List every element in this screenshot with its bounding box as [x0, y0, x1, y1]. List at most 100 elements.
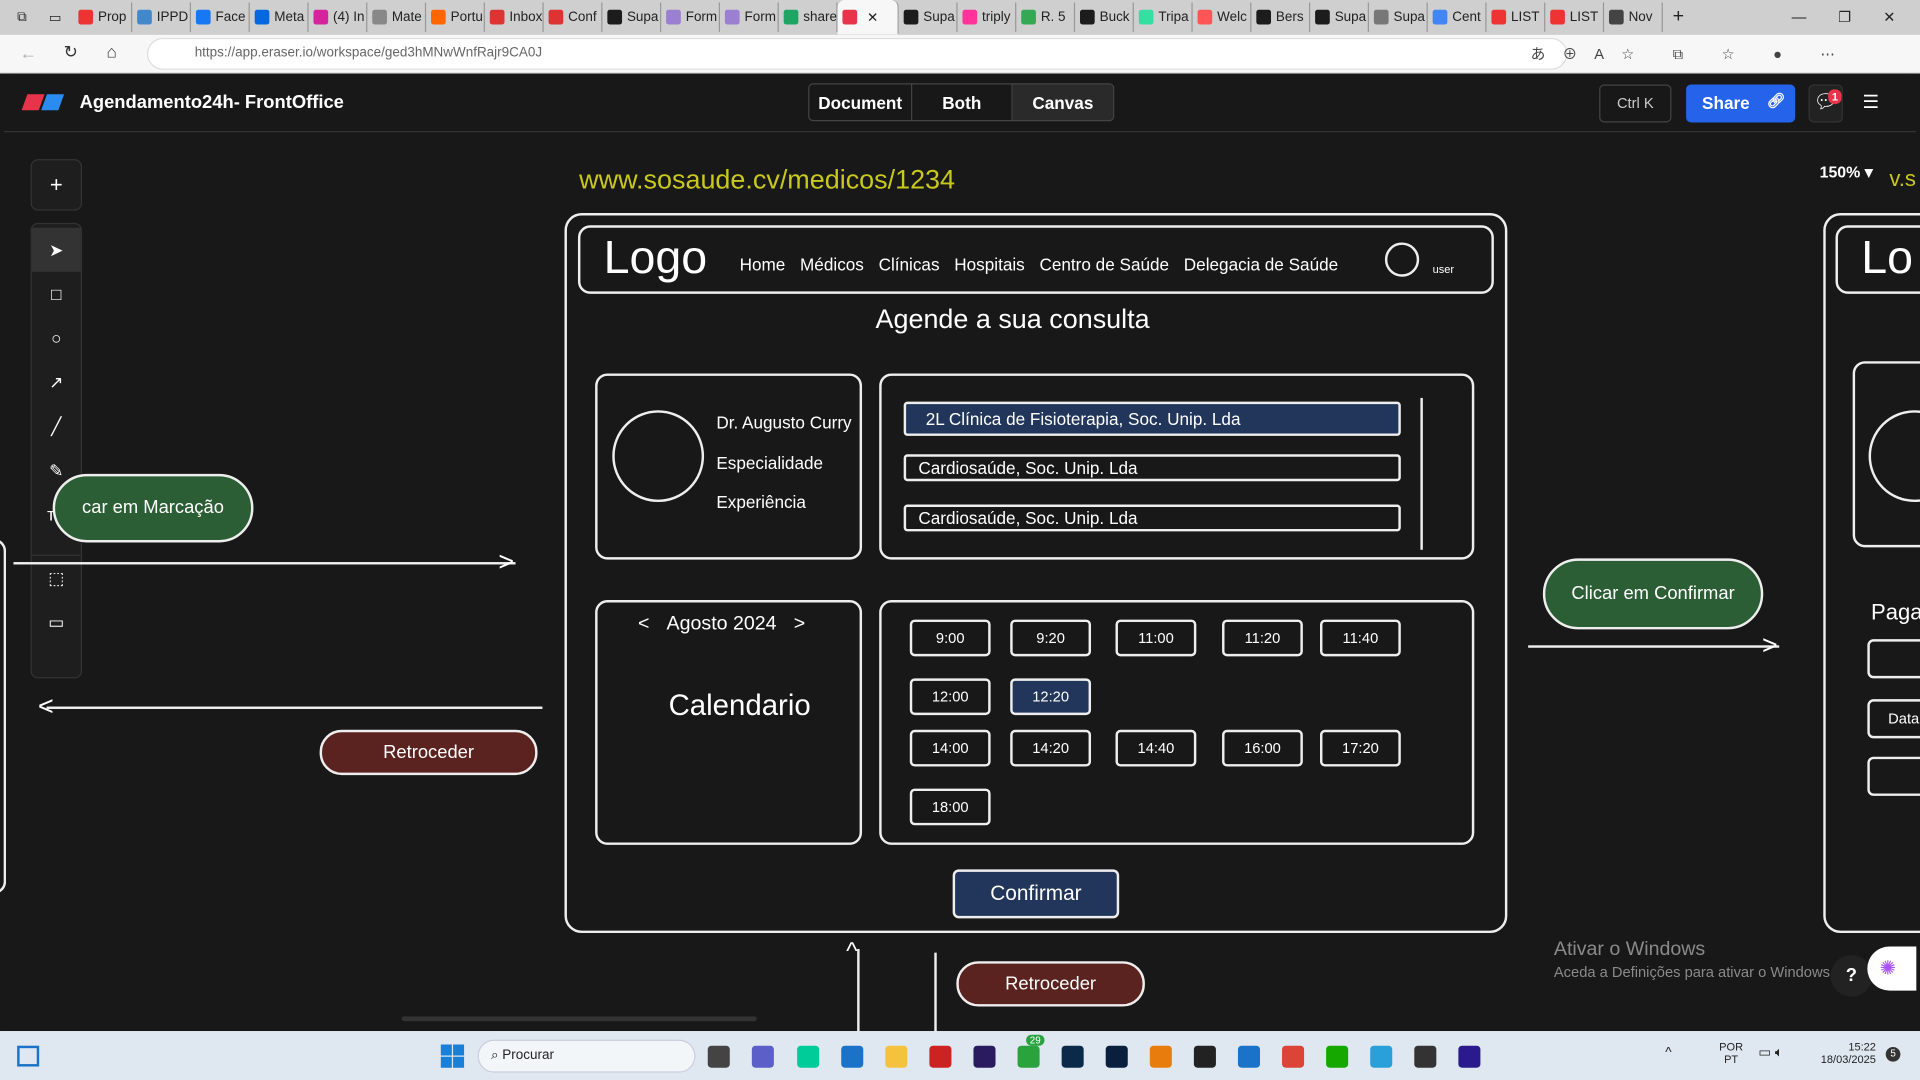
url-input[interactable]: https://app.eraser.io/workspace/ged3hMNw… — [146, 37, 1568, 70]
workspaces-icon[interactable]: ⧉ — [17, 9, 27, 25]
home-icon[interactable]: ⌂ — [107, 42, 117, 62]
notification-count[interactable]: 5 — [1885, 1046, 1901, 1062]
browser-tab-active[interactable]: ✕ — [837, 0, 899, 35]
zoom-select[interactable]: 150% ▾ — [1820, 163, 1873, 183]
browser-tab[interactable]: Form — [661, 2, 721, 32]
toolbar-divider — [31, 536, 81, 556]
comments-button[interactable]: 💬︎ 1 — [1808, 84, 1843, 123]
text-icon[interactable]: ᴛT — [32, 492, 81, 536]
clinic-list-card — [879, 373, 1475, 560]
next-field — [1867, 756, 1920, 796]
outline-icon[interactable]: ☰ — [1862, 91, 1878, 113]
browser-tab[interactable]: Mate — [367, 2, 427, 32]
back-label-2: Retroceder — [956, 961, 1145, 1007]
telegram-icon[interactable] — [1370, 1045, 1393, 1068]
rectangle-icon[interactable]: □ — [32, 272, 81, 316]
browser-tab[interactable]: triply — [958, 2, 1017, 32]
region-code: PT — [1724, 1053, 1739, 1066]
plus-icon[interactable]: + — [32, 160, 81, 209]
browser-tab[interactable]: R. 5 — [1016, 2, 1076, 32]
clock[interactable]: 15:22 18/03/2025 — [1812, 1041, 1876, 1065]
teams-icon[interactable] — [751, 1045, 774, 1068]
watermark-subtitle: Aceda a Definições para ativar o Windows… — [1553, 963, 1835, 981]
blender-icon[interactable] — [1149, 1045, 1172, 1068]
tab-favicon-icon — [607, 9, 623, 25]
horizontal-scrollbar[interactable] — [401, 1016, 757, 1022]
document-title[interactable]: Agendamento24h- FrontOffice — [80, 92, 344, 113]
browser-tab[interactable]: Tripa — [1134, 2, 1193, 32]
browser-tab[interactable]: (4) In — [309, 2, 368, 32]
app-icon[interactable] — [1414, 1045, 1437, 1068]
language-indicator[interactable]: POR PT — [1719, 1041, 1743, 1065]
frame-icon[interactable]: ⬚ — [32, 556, 81, 600]
browser-tab[interactable]: LIST — [1545, 2, 1605, 32]
start-button[interactable] — [440, 1044, 465, 1068]
view-canvas[interactable]: Canvas — [1012, 84, 1114, 121]
browser-tab[interactable]: Prop — [73, 2, 133, 32]
browser-tab[interactable]: Supa — [1369, 2, 1428, 32]
browser-tab[interactable]: Conf — [544, 2, 603, 32]
taskbar-search[interactable]: ⌕ Procurar — [477, 1039, 696, 1073]
browser-tab[interactable]: Face — [191, 2, 250, 32]
tab-title: Buck — [1099, 9, 1130, 25]
browser-tab[interactable]: Supa — [899, 2, 958, 32]
browser-actions[interactable]: あ⊕A☆ ⧉ ☆ ● ⋯ — [1531, 43, 1853, 64]
circle-icon[interactable]: ○ — [32, 316, 81, 360]
browser-tab[interactable]: Bers — [1251, 2, 1311, 32]
browser-tab[interactable]: Supa — [602, 2, 662, 32]
view-document[interactable]: Document — [809, 84, 913, 121]
browser-tab[interactable]: Inbox — [485, 2, 544, 32]
back-icon[interactable]: ← — [20, 43, 37, 63]
browser-tab[interactable]: Welc — [1193, 2, 1252, 32]
upwork-icon[interactable] — [1326, 1045, 1349, 1068]
browser-tab[interactable]: Portu — [426, 2, 485, 32]
edge-icon[interactable] — [797, 1045, 820, 1068]
network-volume-icons[interactable]: ▭ 🔈︎ — [1758, 1044, 1783, 1061]
pencil-icon[interactable]: ✎ — [32, 448, 81, 492]
close-icon[interactable]: ✕ — [1883, 9, 1895, 26]
browser-tab[interactable]: IPPD — [132, 2, 192, 32]
line-icon[interactable]: ╱ — [32, 404, 81, 448]
browser-tab[interactable]: Nov — [1604, 2, 1663, 32]
tab-favicon-icon — [1021, 9, 1036, 25]
command-palette-button[interactable]: Ctrl K — [1599, 84, 1672, 123]
view-both[interactable]: Both — [912, 84, 1013, 121]
arrowhead-up-icon: ^ — [846, 937, 858, 965]
share-button[interactable]: Share 🔗︎ — [1686, 84, 1796, 123]
ai-assistant-icon[interactable]: ✺ — [1867, 946, 1917, 991]
lightroom-icon[interactable] — [1061, 1045, 1084, 1068]
browser-tab[interactable]: Supa — [1310, 2, 1369, 32]
browser-tab[interactable]: share — [779, 2, 838, 32]
folder-icon[interactable] — [885, 1045, 908, 1068]
store-icon[interactable] — [841, 1045, 864, 1068]
tab-favicon-icon — [78, 9, 94, 25]
media-encoder-icon[interactable] — [1458, 1045, 1481, 1068]
minimize-icon[interactable]: — — [1792, 9, 1807, 26]
tab-title: share — [803, 9, 837, 25]
tab-actions-icon[interactable]: ▭ — [49, 9, 62, 25]
reload-icon[interactable]: ↻ — [64, 42, 78, 63]
tab-title: R. 5 — [1040, 9, 1066, 25]
comment-icon[interactable]: ▭ — [32, 600, 81, 644]
browser-tab[interactable]: Form — [720, 2, 779, 32]
chrome-icon[interactable] — [1282, 1045, 1305, 1068]
close-tab-icon[interactable]: ✕ — [867, 9, 878, 25]
browser-tab[interactable]: Meta — [250, 2, 309, 32]
tray-chevron-icon[interactable]: ^ — [1665, 1046, 1671, 1061]
browser-tab[interactable]: Cent — [1428, 2, 1487, 32]
premiere-icon[interactable] — [973, 1045, 996, 1068]
help-button[interactable]: ? — [1830, 955, 1873, 997]
browser-tab[interactable]: LIST — [1487, 2, 1546, 32]
file-explorer-icon[interactable] — [707, 1045, 730, 1068]
notepad-icon[interactable] — [1237, 1045, 1261, 1068]
browser-tab[interactable]: Buck — [1075, 2, 1134, 32]
widgets-icon[interactable] — [17, 1045, 40, 1067]
pointer-icon[interactable]: ➤ — [31, 227, 81, 272]
app-icon[interactable] — [929, 1045, 952, 1068]
sticky-notes-icon[interactable] — [1193, 1045, 1216, 1068]
photoshop-icon[interactable] — [1105, 1045, 1128, 1068]
new-tab-button[interactable]: + — [1673, 6, 1684, 28]
whatsapp-icon[interactable] — [1017, 1045, 1040, 1068]
restore-icon[interactable]: ❐ — [1838, 9, 1851, 26]
arrow-icon[interactable]: ↗ — [32, 360, 81, 404]
